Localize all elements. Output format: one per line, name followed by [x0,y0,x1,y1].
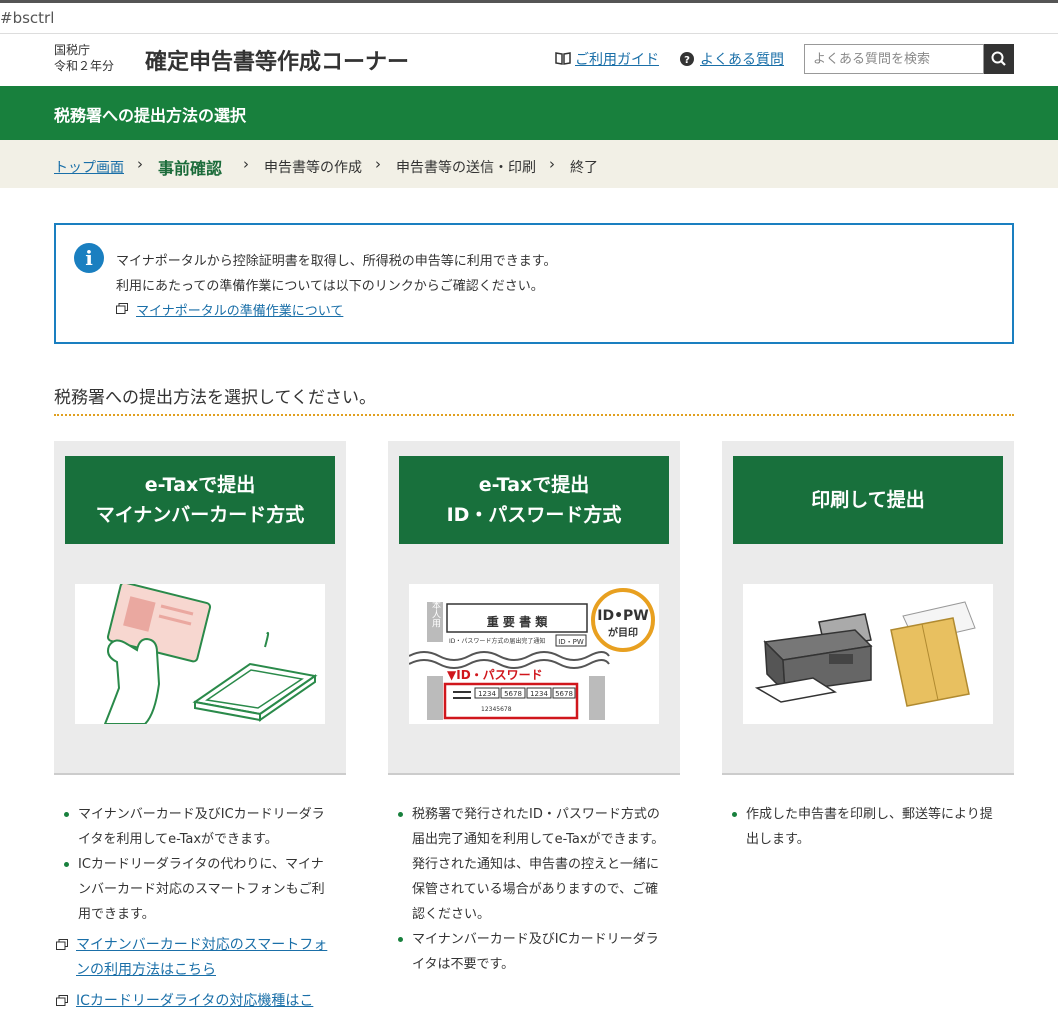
guide-link[interactable]: ご利用ガイド [575,49,659,69]
myportal-prep-link[interactable]: マイナポータルの準備作業について [136,300,343,319]
book-icon [555,52,571,65]
info-text: マイナポータルから控除証明書を取得し、所得税の申告等に利用できます。 [116,254,557,269]
option-description-idpw: 税務署で発行されたID・パスワード方式の届出完了通知を利用してe-Taxができま… [388,802,668,977]
smartphone-usage-link[interactable]: マイナンバーカード対応のスマートフォンの利用方法はこちら [54,933,334,983]
svg-text:ID・PW: ID・PW [558,638,584,646]
svg-text:1234: 1234 [478,690,496,698]
site-header: 国税庁 令和２年分 確定申告書等作成コーナー ご利用ガイド ? よくある質問 [0,34,1058,86]
breadcrumb-separator: › [549,155,555,173]
card-reader-icon [192,631,318,722]
new-window-icon [56,939,68,950]
breadcrumb-separator: › [137,155,143,173]
info-icon: i [74,243,104,273]
faq-search [804,44,1014,74]
svg-text:?: ? [684,55,690,66]
honnin-label: 本人用 [430,599,441,628]
option-card-mynumber: e-Taxで提出 マイナンバーカード方式 [54,441,346,775]
printer-icon [754,613,873,703]
page-heading: 税務署への提出方法の選択 [54,106,247,125]
browser-address-bar: #bsctrl [0,0,1058,34]
search-button[interactable] [984,44,1014,74]
info-box: i マイナポータルから控除証明書を取得し、所得税の申告等に利用できます。 利用に… [54,223,1014,344]
notice-title: ID・パスワード方式の届出完了通知 [449,637,545,645]
envelope-icon [890,601,976,707]
list-item: 税務署で発行されたID・パスワード方式の届出完了通知を利用してe-Taxができま… [388,802,668,927]
list-item: マイナンバーカード及びICカードリーダライタを利用してe-Taxができます。 [54,802,334,852]
faq-search-input[interactable] [804,44,984,74]
svg-text:5678: 5678 [504,690,522,698]
idpw-badge: ID•PW [597,608,648,624]
mynumber-card-illustration [75,584,325,724]
option-description-print: 作成した申告書を印刷し、郵送等により提出します。 [722,802,1002,852]
breadcrumb-step: 申告書等の作成 [264,160,362,176]
option-card-idpw: e-Taxで提出 ID・パスワード方式 本人用 重 要 書 類 ID・パスワード… [388,441,680,775]
search-icon [991,51,1006,66]
divider [54,414,1014,416]
breadcrumb: トップ画面 › 事前確認 › 申告書等の作成 › 申告書等の送信・印刷 › 終了 [0,140,1058,188]
list-item: 作成した申告書を印刷し、郵送等により提出します。 [722,802,1002,852]
hand-icon [103,637,161,724]
breadcrumb-step: 申告書等の送信・印刷 [396,160,536,176]
breadcrumb-separator: › [375,155,381,173]
new-window-icon [116,303,128,314]
breadcrumb-current: 事前確認 [158,159,223,178]
site-title[interactable]: 確定申告書等作成コーナー [145,44,409,76]
svg-text:1234: 1234 [530,690,548,698]
breadcrumb-step: 終了 [570,160,598,176]
info-text: 利用にあたっての準備作業については以下のリンクからご確認ください。 [116,279,544,294]
list-item: ICカードリーダライタの代わりに、マイナンバーカード対応のスマートフォンもご利用… [54,852,334,927]
printer-envelope-illustration [743,584,993,724]
idpw-notice-illustration: 本人用 重 要 書 類 ID・パスワード方式の届出完了通知 ID・PW ▼ID・… [409,584,659,724]
agency-label: 国税庁 令和２年分 [54,43,115,73]
new-window-icon [56,995,68,1006]
svg-text:12345678: 12345678 [481,706,512,713]
list-item: マイナンバーカード及びICカードリーダライタは不要です。 [388,927,668,977]
id-password-label: ▼ID・パスワード [447,668,543,682]
print-submit-button[interactable]: 印刷して提出 [733,456,1003,544]
important-docs-label: 重 要 書 類 [487,614,549,629]
etax-mynumber-button[interactable]: e-Taxで提出 マイナンバーカード方式 [65,456,335,544]
selection-prompt: 税務署への提出方法を選択してください。 [54,388,376,408]
svg-text:5678: 5678 [555,690,573,698]
card-reader-models-link[interactable]: ICカードリーダライタの対応機種はこ [54,989,334,1014]
etax-idpw-button[interactable]: e-Taxで提出 ID・パスワード方式 [399,456,669,544]
address-text: #bsctrl [0,9,55,27]
svg-text:が目印: が目印 [608,626,638,639]
faq-link[interactable]: よくある質問 [700,49,784,69]
breadcrumb-top-link[interactable]: トップ画面 [54,157,124,177]
option-card-print: 印刷して提出 [722,441,1014,775]
question-icon: ? [680,52,694,66]
option-description-mynumber: マイナンバーカード及びICカードリーダライタを利用してe-Taxができます。 I… [54,802,334,1014]
breadcrumb-separator: › [243,155,249,173]
page-heading-bar: 税務署への提出方法の選択 [0,86,1058,140]
